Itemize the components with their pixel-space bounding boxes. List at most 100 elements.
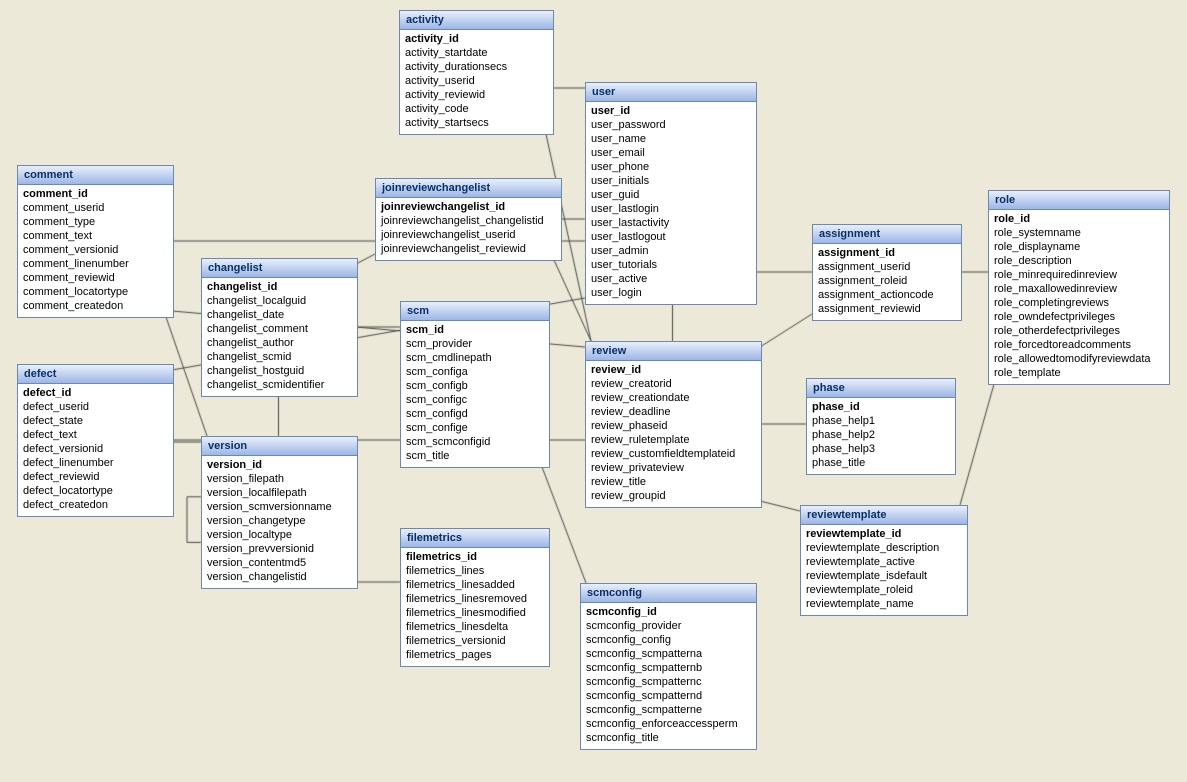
entity-joinreviewchangelist[interactable]: joinreviewchangelistjoinreviewchangelist…	[375, 178, 562, 261]
field-activity_reviewid: activity_reviewid	[405, 88, 548, 102]
entity-filemetrics[interactable]: filemetricsfilemetrics_idfilemetrics_lin…	[400, 528, 550, 667]
field-assignment_actioncode: assignment_actioncode	[818, 288, 956, 302]
entity-header[interactable]: assignment	[813, 225, 961, 244]
field-defect_id: defect_id	[23, 386, 168, 400]
field-activity_durationsecs: activity_durationsecs	[405, 60, 548, 74]
field-assignment_id: assignment_id	[818, 246, 956, 260]
field-filemetrics_id: filemetrics_id	[406, 550, 544, 564]
field-scm_cmdlinepath: scm_cmdlinepath	[406, 351, 544, 365]
entity-header[interactable]: user	[586, 83, 756, 102]
field-scmconfig_scmpatternd: scmconfig_scmpatternd	[586, 689, 751, 703]
field-review_phaseid: review_phaseid	[591, 419, 756, 433]
field-reviewtemplate_roleid: reviewtemplate_roleid	[806, 583, 962, 597]
field-comment_id: comment_id	[23, 187, 168, 201]
field-user_active: user_active	[591, 272, 751, 286]
entity-header[interactable]: scmconfig	[581, 584, 756, 603]
field-reviewtemplate_description: reviewtemplate_description	[806, 541, 962, 555]
field-role_otherdefectprivileges: role_otherdefectprivileges	[994, 324, 1164, 338]
entity-scm[interactable]: scmscm_idscm_providerscm_cmdlinepathscm_…	[400, 301, 550, 468]
entity-header[interactable]: defect	[18, 365, 173, 384]
field-assignment_userid: assignment_userid	[818, 260, 956, 274]
field-defect_versionid: defect_versionid	[23, 442, 168, 456]
entity-header[interactable]: activity	[400, 11, 553, 30]
entity-header[interactable]: phase	[807, 379, 955, 398]
entity-header[interactable]: review	[586, 342, 761, 361]
field-activity_startdate: activity_startdate	[405, 46, 548, 60]
field-scmconfig_scmpatterna: scmconfig_scmpatterna	[586, 647, 751, 661]
field-assignment_reviewid: assignment_reviewid	[818, 302, 956, 316]
field-scm_configa: scm_configa	[406, 365, 544, 379]
entity-body: user_iduser_passworduser_nameuser_emailu…	[586, 102, 756, 304]
entity-body: review_idreview_creatoridreview_creation…	[586, 361, 761, 507]
entity-header[interactable]: version	[202, 437, 357, 456]
field-assignment_roleid: assignment_roleid	[818, 274, 956, 288]
entity-header[interactable]: changelist	[202, 259, 357, 278]
field-scmconfig_scmpatterne: scmconfig_scmpatterne	[586, 703, 751, 717]
entity-changelist[interactable]: changelistchangelist_idchangelist_localg…	[201, 258, 358, 397]
field-comment_createdon: comment_createdon	[23, 299, 168, 313]
entity-user[interactable]: useruser_iduser_passworduser_nameuser_em…	[585, 82, 757, 305]
field-role_completingreviews: role_completingreviews	[994, 296, 1164, 310]
field-version_localfilepath: version_localfilepath	[207, 486, 352, 500]
field-scmconfig_title: scmconfig_title	[586, 731, 751, 745]
field-user_email: user_email	[591, 146, 751, 160]
field-scm_scmconfigid: scm_scmconfigid	[406, 435, 544, 449]
entity-body: phase_idphase_help1phase_help2phase_help…	[807, 398, 955, 474]
field-filemetrics_lines: filemetrics_lines	[406, 564, 544, 578]
field-defect_createdon: defect_createdon	[23, 498, 168, 512]
entity-header[interactable]: reviewtemplate	[801, 506, 967, 525]
field-changelist_comment: changelist_comment	[207, 322, 352, 336]
entity-header[interactable]: filemetrics	[401, 529, 549, 548]
entity-review[interactable]: reviewreview_idreview_creatoridreview_cr…	[585, 341, 762, 508]
field-role_minrequiredinreview: role_minrequiredinreview	[994, 268, 1164, 282]
entity-assignment[interactable]: assignment assignment_idassignment_userid…	[812, 224, 962, 321]
field-scm_title: scm_title	[406, 449, 544, 463]
field-review_ruletemplate: review_ruletemplate	[591, 433, 756, 447]
entity-defect[interactable]: defectdefect_iddefect_useriddefect_state…	[17, 364, 174, 517]
field-user_password: user_password	[591, 118, 751, 132]
entity-comment[interactable]: commentcomment_idcomment_useridcomment_t…	[17, 165, 174, 318]
entity-body: reviewtemplate_idreviewtemplate_descript…	[801, 525, 967, 615]
entity-body: filemetrics_idfilemetrics_linesfilemetri…	[401, 548, 549, 666]
entity-header[interactable]: joinreviewchangelist	[376, 179, 561, 198]
field-version_changetype: version_changetype	[207, 514, 352, 528]
field-filemetrics_linesadded: filemetrics_linesadded	[406, 578, 544, 592]
entity-scmconfig[interactable]: scmconfigscmconfig_idscmconfig_providers…	[580, 583, 757, 750]
field-user_lastlogin: user_lastlogin	[591, 202, 751, 216]
entity-phase[interactable]: phasephase_idphase_help1phase_help2phase…	[806, 378, 956, 475]
field-comment_versionid: comment_versionid	[23, 243, 168, 257]
field-version_scmversionname: version_scmversionname	[207, 500, 352, 514]
field-changelist_hostguid: changelist_hostguid	[207, 364, 352, 378]
entity-header[interactable]: scm	[401, 302, 549, 321]
entity-version[interactable]: versionversion_idversion_filepathversion…	[201, 436, 358, 589]
field-role_allowedtomodifyreviewdata: role_allowedtomodifyreviewdata	[994, 352, 1164, 366]
field-scmconfig_provider: scmconfig_provider	[586, 619, 751, 633]
field-user_id: user_id	[591, 104, 751, 118]
field-activity_code: activity_code	[405, 102, 548, 116]
entity-body: joinreviewchangelist_idjoinreviewchangel…	[376, 198, 561, 260]
entity-activity[interactable]: activityactivity_idactivity_startdateact…	[399, 10, 554, 135]
field-user_phone: user_phone	[591, 160, 751, 174]
field-review_deadline: review_deadline	[591, 405, 756, 419]
field-filemetrics_versionid: filemetrics_versionid	[406, 634, 544, 648]
entity-role[interactable]: rolerole_idrole_systemnamerole_displayna…	[988, 190, 1170, 385]
field-role_template: role_template	[994, 366, 1164, 380]
field-phase_help1: phase_help1	[812, 414, 950, 428]
field-scm_configb: scm_configb	[406, 379, 544, 393]
field-changelist_date: changelist_date	[207, 308, 352, 322]
field-activity_startsecs: activity_startsecs	[405, 116, 548, 130]
field-defect_userid: defect_userid	[23, 400, 168, 414]
entity-header[interactable]: role	[989, 191, 1169, 210]
entity-header[interactable]: comment	[18, 166, 173, 185]
entity-body: changelist_idchangelist_localguidchangel…	[202, 278, 357, 396]
field-filemetrics_linesmodified: filemetrics_linesmodified	[406, 606, 544, 620]
field-phase_help2: phase_help2	[812, 428, 950, 442]
field-comment_locatortype: comment_locatortype	[23, 285, 168, 299]
field-role_description: role_description	[994, 254, 1164, 268]
field-filemetrics_linesdelta: filemetrics_linesdelta	[406, 620, 544, 634]
entity-body: version_idversion_filepathversion_localf…	[202, 456, 357, 588]
field-version_id: version_id	[207, 458, 352, 472]
field-activity_userid: activity_userid	[405, 74, 548, 88]
entity-reviewtemplate[interactable]: reviewtemplatereviewtemplate_idreviewtem…	[800, 505, 968, 616]
field-scmconfig_enforceaccessperm: scmconfig_enforceaccessperm	[586, 717, 751, 731]
